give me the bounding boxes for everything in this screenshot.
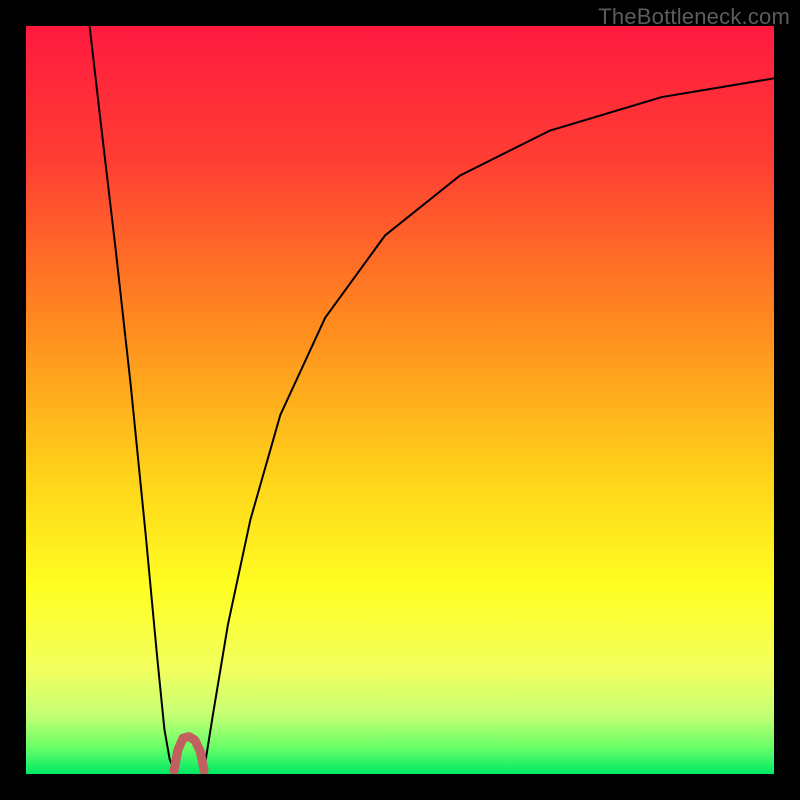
chart-frame: TheBottleneck.com xyxy=(0,0,800,800)
gradient-background xyxy=(26,26,774,774)
watermark-text: TheBottleneck.com xyxy=(598,4,790,30)
bottleneck-chart xyxy=(26,26,774,774)
